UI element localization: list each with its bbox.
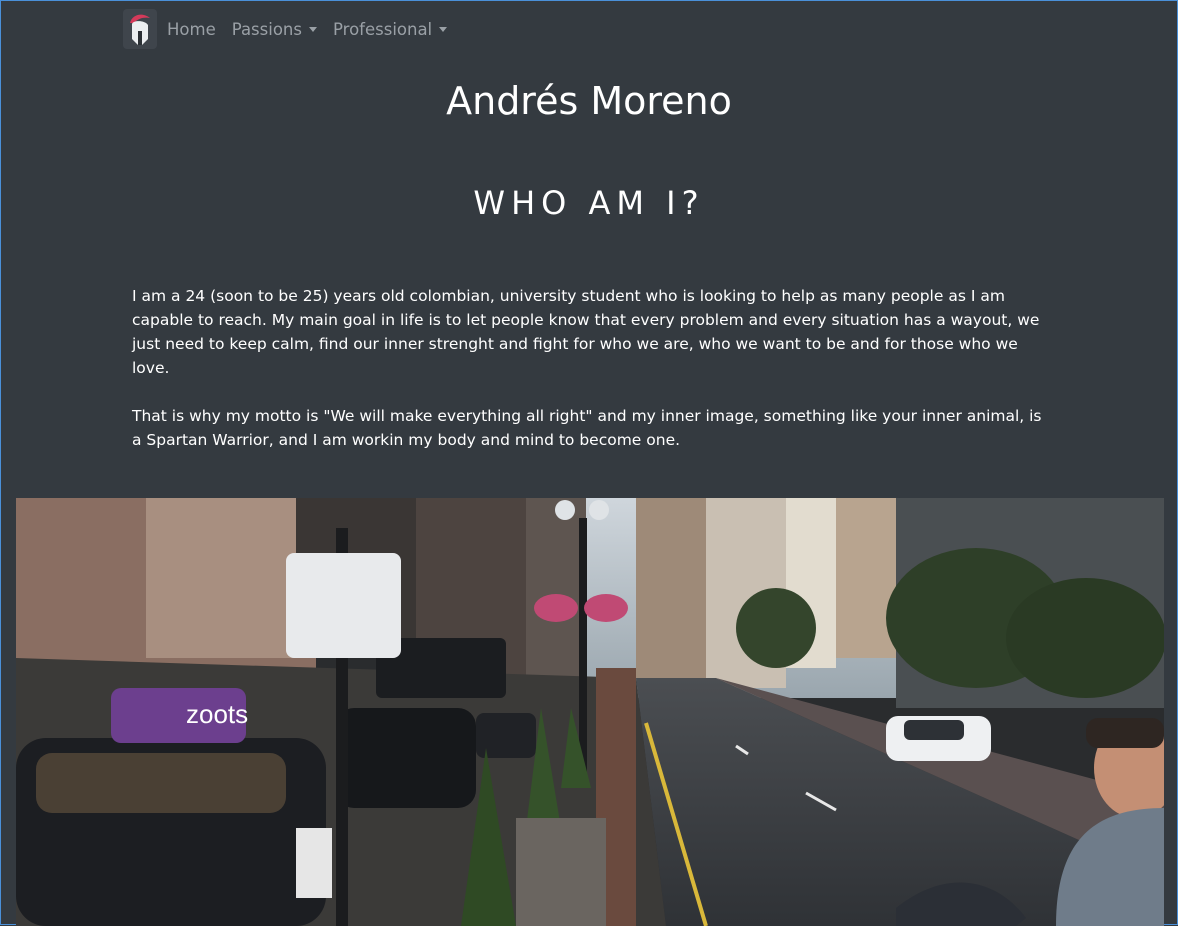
nav-passions-dropdown[interactable]: Passions	[232, 20, 317, 39]
section-title: WHO AM I?	[473, 184, 705, 222]
nav-home[interactable]: Home	[167, 20, 216, 39]
chevron-down-icon	[439, 26, 448, 32]
nav-professional-dropdown[interactable]: Professional	[332, 19, 448, 39]
top-navbar: Home Passions Professional	[123, 9, 463, 49]
bio-paragraph: I am a 24 (soon to be 25) years old colo…	[132, 287, 1040, 377]
city-street-photo: zoots	[16, 498, 1164, 926]
bio-paragraph: That is why my motto is "We will make ev…	[132, 407, 1042, 449]
van-sign: zoots	[186, 699, 248, 729]
spartan-helmet-icon[interactable]	[123, 9, 157, 49]
nav-passions-label: Passions	[231, 19, 302, 39]
nav-home-label: Home	[167, 19, 216, 39]
page-title: Andrés Moreno	[446, 79, 732, 123]
chevron-down-icon	[308, 26, 317, 32]
nav-professional-label: Professional	[332, 19, 433, 39]
